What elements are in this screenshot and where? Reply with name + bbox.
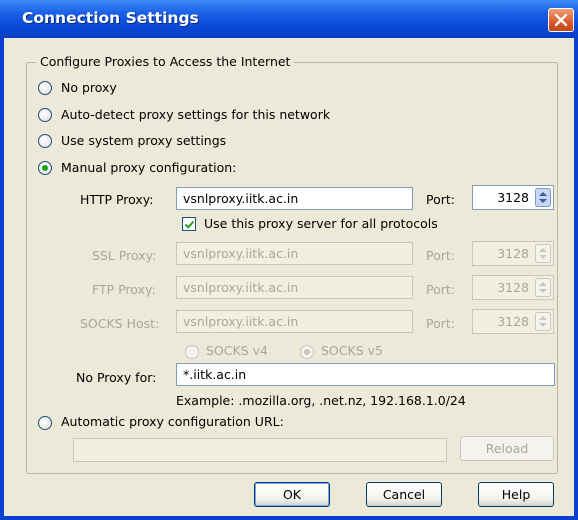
socks-v4-label[interactable]: SOCKS v4 <box>206 343 268 358</box>
spin-arrows-icon[interactable] <box>535 278 551 297</box>
checkmark-icon <box>184 220 195 229</box>
http-port-label: Port: <box>426 192 455 207</box>
cancel-button[interactable]: Cancel <box>366 482 442 507</box>
http-port-value: 3128 <box>497 190 529 205</box>
auto-url-label[interactable]: Automatic proxy configuration URL: <box>61 414 284 429</box>
reload-button[interactable]: Reload <box>460 436 554 461</box>
dialog-body: Configure Proxies to Access the Internet… <box>4 38 574 516</box>
title-bar[interactable]: Connection Settings <box>0 0 578 38</box>
http-proxy-label: HTTP Proxy: <box>80 192 154 207</box>
no-proxy-label[interactable]: No proxy <box>61 80 117 95</box>
proxy-group-box <box>26 62 558 474</box>
help-button[interactable]: Help <box>478 482 554 507</box>
socks-port-label: Port: <box>426 316 455 331</box>
http-proxy-input[interactable]: vsnlproxy.iitk.ac.in <box>176 187 413 210</box>
ssl-proxy-label: SSL Proxy: <box>92 248 157 263</box>
ftp-proxy-label: FTP Proxy: <box>92 282 156 297</box>
auto-url-input[interactable] <box>73 438 447 462</box>
http-port-spinner[interactable]: 3128 <box>472 185 554 210</box>
socks-host-label: SOCKS Host: <box>80 316 160 331</box>
no-proxy-radio[interactable] <box>38 81 52 95</box>
connection-settings-window: Connection Settings Configure Proxies to… <box>0 0 578 520</box>
use-for-all-checkbox[interactable] <box>182 217 196 231</box>
spin-arrows-icon[interactable] <box>535 188 551 207</box>
ftp-port-spinner[interactable]: 3128 <box>472 275 554 300</box>
system-proxy-label[interactable]: Use system proxy settings <box>61 133 226 148</box>
auto-url-radio[interactable] <box>38 416 52 430</box>
socks-port-spinner[interactable]: 3128 <box>472 309 554 334</box>
ftp-port-label: Port: <box>426 282 455 297</box>
ftp-port-value: 3128 <box>497 280 529 295</box>
system-proxy-radio[interactable] <box>38 134 52 148</box>
auto-detect-label[interactable]: Auto-detect proxy settings for this netw… <box>61 107 330 122</box>
socks-v5-label[interactable]: SOCKS v5 <box>321 343 383 358</box>
ftp-proxy-input[interactable]: vsnlproxy.iitk.ac.in <box>176 276 413 299</box>
no-proxy-example: Example: .mozilla.org, .net.nz, 192.168.… <box>176 393 466 408</box>
ok-button[interactable]: OK <box>254 482 330 507</box>
no-proxy-for-label: No Proxy for: <box>76 370 157 385</box>
group-legend: Configure Proxies to Access the Internet <box>36 54 295 69</box>
manual-proxy-radio[interactable] <box>38 161 52 175</box>
socks-host-input[interactable]: vsnlproxy.iitk.ac.in <box>176 310 413 333</box>
ssl-proxy-input[interactable]: vsnlproxy.iitk.ac.in <box>176 242 413 265</box>
spin-arrows-icon[interactable] <box>535 312 551 331</box>
auto-detect-radio[interactable] <box>38 108 52 122</box>
close-icon <box>554 13 568 27</box>
spin-arrows-icon[interactable] <box>535 244 551 263</box>
ssl-port-spinner[interactable]: 3128 <box>472 241 554 266</box>
manual-proxy-label[interactable]: Manual proxy configuration: <box>61 160 236 175</box>
socks-v4-radio[interactable] <box>185 345 199 359</box>
socks-port-value: 3128 <box>497 314 529 329</box>
no-proxy-for-input[interactable]: *.iitk.ac.in <box>176 363 555 386</box>
ssl-port-value: 3128 <box>497 246 529 261</box>
window-title: Connection Settings <box>22 9 199 27</box>
socks-v5-radio[interactable] <box>300 345 314 359</box>
ssl-port-label: Port: <box>426 248 455 263</box>
close-button[interactable] <box>548 8 574 32</box>
use-for-all-label[interactable]: Use this proxy server for all protocols <box>204 216 438 231</box>
